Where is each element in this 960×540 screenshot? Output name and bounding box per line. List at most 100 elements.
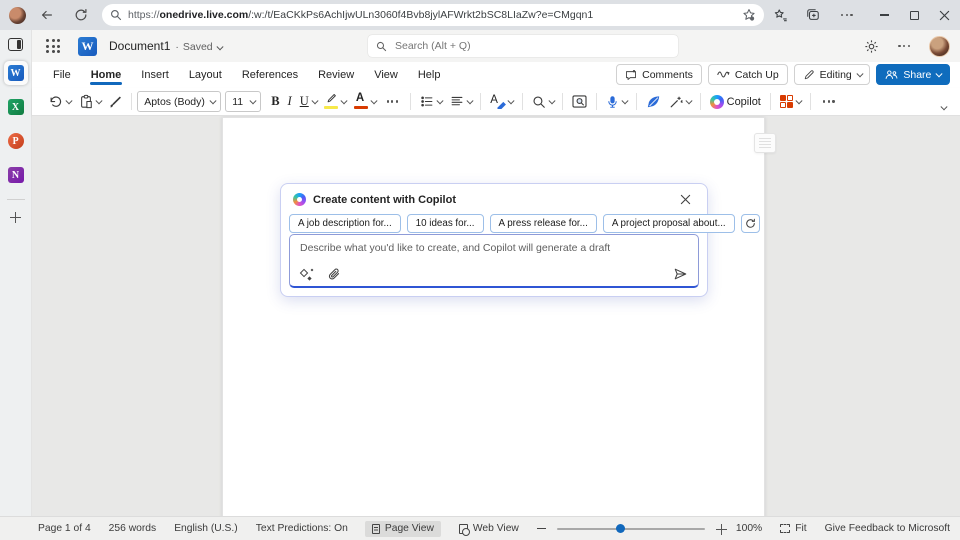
tab-review[interactable]: Review (309, 65, 363, 85)
search-icon (376, 41, 387, 52)
web-view-button[interactable]: Web View (452, 521, 526, 537)
comments-button[interactable]: Comments (616, 64, 702, 85)
ribbon-separator (770, 93, 771, 110)
font-size-select[interactable]: 11 (225, 91, 261, 112)
font-name-select[interactable]: Aptos (Body) (137, 91, 221, 112)
suggestion-chip-ideas[interactable]: 10 ideas for... (407, 214, 484, 233)
word-logo-icon[interactable]: W (78, 37, 97, 56)
chevron-down-icon (508, 98, 514, 104)
designer-button[interactable] (776, 92, 805, 112)
share-button[interactable]: Share (876, 64, 950, 85)
suggestion-chip-job-description[interactable]: A job description for... (289, 214, 401, 233)
minimize-button[interactable] (870, 4, 900, 26)
sidebar-item-powerpoint[interactable]: P (4, 129, 28, 153)
styles-button[interactable]: A (486, 91, 517, 112)
font-more-button[interactable] (380, 97, 406, 105)
navigation-pane-button[interactable] (568, 92, 591, 111)
tab-home[interactable]: Home (82, 65, 131, 85)
app-search-box[interactable] (368, 35, 678, 57)
save-status[interactable]: · Saved (175, 41, 221, 53)
text-predictions[interactable]: Text Predictions: On (256, 523, 348, 534)
undo-button[interactable] (44, 92, 75, 112)
send-button[interactable] (673, 267, 688, 281)
save-status-label: Saved (183, 41, 213, 53)
chevron-down-icon (371, 98, 377, 104)
zoom-in-button[interactable] (716, 524, 725, 533)
back-button[interactable] (34, 4, 60, 26)
highlight-button[interactable] (320, 91, 350, 112)
styles-icon: A (490, 94, 505, 109)
document-title[interactable]: Document1 (109, 39, 170, 53)
maximize-button[interactable] (900, 4, 930, 26)
zoom-out-button[interactable] (537, 528, 546, 529)
zoom-slider[interactable] (557, 523, 705, 535)
tab-view[interactable]: View (365, 65, 407, 85)
tab-file[interactable]: File (44, 65, 80, 85)
dictate-button[interactable] (602, 92, 631, 112)
format-painter-button[interactable] (104, 92, 126, 112)
refresh-suggestions-button[interactable] (741, 214, 760, 233)
zoom-level[interactable]: 100% (736, 523, 762, 534)
copilot-icon (293, 193, 306, 206)
more-icon (384, 100, 402, 102)
feedback-link[interactable]: Give Feedback to Microsoft (825, 523, 950, 534)
favorites-icon[interactable] (774, 8, 788, 22)
browser-menu-icon[interactable] (838, 14, 856, 16)
suggestion-chip-project-proposal[interactable]: A project proposal about... (603, 214, 735, 233)
rewrite-sparkle-icon[interactable] (300, 268, 313, 281)
font-color-button[interactable]: A (350, 91, 380, 112)
underline-button[interactable]: U (296, 91, 321, 112)
collections-icon[interactable] (806, 8, 820, 22)
tab-insert[interactable]: Insert (132, 65, 178, 85)
document-canvas[interactable]: Create content with Copilot A job descri… (32, 116, 960, 516)
prompt-textarea[interactable] (290, 235, 698, 265)
tab-help[interactable]: Help (409, 65, 450, 85)
bold-button[interactable]: B (267, 91, 283, 112)
comments-label: Comments (642, 69, 693, 81)
magic-wand-button[interactable] (665, 92, 695, 112)
align-button[interactable] (446, 92, 476, 111)
find-button[interactable] (528, 92, 558, 112)
paste-button[interactable] (75, 91, 105, 112)
editor-button[interactable] (642, 92, 665, 112)
attach-paperclip-icon[interactable] (328, 267, 341, 281)
italic-button[interactable]: I (284, 91, 296, 112)
zoom-slider-thumb[interactable] (616, 524, 625, 533)
fit-icon (780, 524, 790, 533)
catch-up-button[interactable]: Catch Up (708, 64, 788, 85)
tab-references[interactable]: References (233, 65, 307, 85)
page-count[interactable]: Page 1 of 4 (38, 523, 91, 534)
app-launcher-icon[interactable] (46, 39, 60, 53)
sidebar-add-icon[interactable] (10, 212, 21, 223)
ribbon-separator (636, 93, 637, 110)
sidebar-item-onenote[interactable]: N (4, 163, 28, 187)
search-input[interactable] (393, 39, 670, 53)
ribbon-more-button[interactable] (816, 97, 842, 105)
tab-layout[interactable]: Layout (180, 65, 231, 85)
copilot-prompt-input[interactable] (289, 234, 699, 288)
document-page[interactable] (222, 117, 765, 516)
address-bar[interactable]: https://onedrive.live.com/:w:/t/EaCKkPs6… (102, 4, 764, 26)
copilot-close-button[interactable] (676, 192, 695, 207)
sidebar-item-excel[interactable]: X (4, 95, 28, 119)
fit-button[interactable]: Fit (773, 521, 813, 537)
margin-comment-button[interactable] (754, 133, 776, 153)
suggestion-chip-press-release[interactable]: A press release for... (490, 214, 597, 233)
language[interactable]: English (U.S.) (174, 523, 238, 534)
sidebar-toggle-icon[interactable] (8, 38, 23, 51)
sidebar-item-word[interactable]: W (4, 61, 28, 85)
close-button[interactable] (930, 4, 960, 26)
bookmark-star-icon[interactable] (742, 8, 756, 22)
document-title-group[interactable]: Document1 · Saved (109, 39, 221, 53)
copilot-button[interactable]: Copilot (706, 92, 765, 112)
ribbon-collapse-button[interactable] (941, 97, 946, 115)
header-more-icon[interactable] (895, 45, 913, 47)
browser-profile-avatar[interactable] (9, 7, 26, 24)
editing-mode-button[interactable]: Editing (794, 64, 871, 85)
account-avatar[interactable] (929, 36, 950, 57)
refresh-button[interactable] (68, 4, 94, 26)
word-count[interactable]: 256 words (109, 523, 157, 534)
bullet-list-button[interactable] (416, 92, 446, 111)
gear-icon[interactable] (864, 39, 879, 54)
page-view-button[interactable]: Page View (365, 521, 441, 537)
